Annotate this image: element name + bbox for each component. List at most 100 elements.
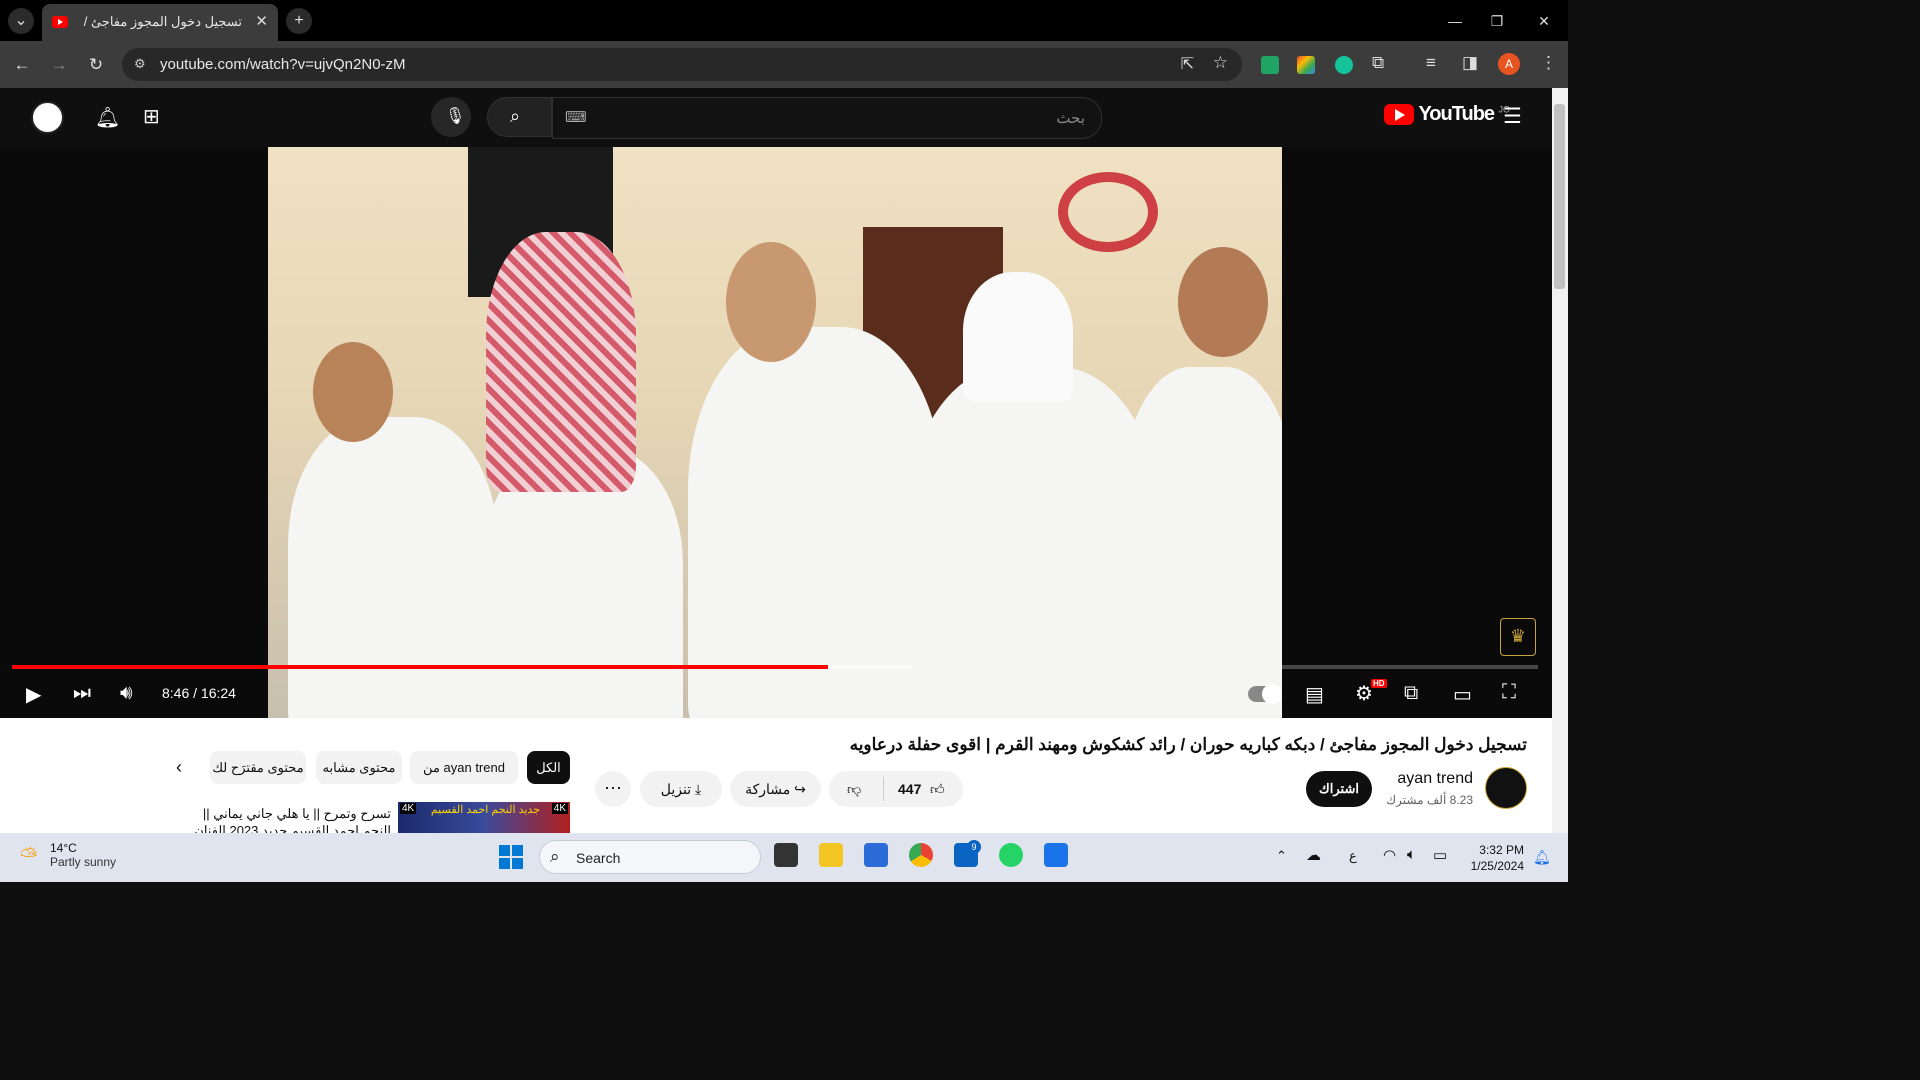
miniplayer-icon[interactable]: ⧉: [1404, 682, 1418, 705]
guide-menu-icon[interactable]: ☰: [1503, 104, 1522, 129]
volume-icon[interactable]: 🔊︎: [120, 682, 133, 705]
clock-date: 1/25/2024: [1470, 859, 1524, 873]
theater-mode-icon[interactable]: ▭: [1453, 682, 1472, 707]
pinned-app-icon[interactable]: [1044, 843, 1068, 867]
person-head-shape: [1178, 247, 1268, 357]
share-button[interactable]: مشاركة ↪: [730, 771, 821, 807]
youtube-favicon-icon: [52, 16, 68, 28]
video-title: تسجيل دخول المجوز مفاجئ / دبكه كباريه حو…: [849, 735, 1527, 754]
like-dislike-group: 👎︎ 447 👍︎: [829, 771, 963, 807]
chips-prev-arrow-icon[interactable]: ‹: [176, 757, 182, 778]
profile-avatar[interactable]: A: [1498, 53, 1520, 75]
keyboard-icon[interactable]: ⌨: [565, 108, 587, 126]
next-video-icon[interactable]: ⏭︎: [73, 682, 91, 705]
site-info-icon[interactable]: ⚙: [134, 56, 146, 72]
youtube-logo[interactable]: YouTube JO: [1384, 103, 1510, 126]
create-video-icon[interactable]: ⊞: [143, 104, 160, 129]
browser-menu-icon[interactable]: ⋮: [1540, 53, 1557, 73]
reload-icon[interactable]: ↻: [83, 52, 109, 78]
close-tab-icon[interactable]: ✕: [255, 12, 268, 30]
weather-widget[interactable]: 14°C Partly sunny: [50, 841, 116, 869]
quality-badge: 4K: [400, 803, 417, 814]
extension-r-icon[interactable]: [1261, 56, 1279, 74]
system-clock[interactable]: 3:32 PM 1/25/2024: [1471, 842, 1524, 874]
bookmark-star-icon[interactable]: ☆: [1213, 53, 1228, 73]
scrollbar-thumb[interactable]: [1554, 104, 1565, 289]
weather-sun-icon[interactable]: ⛅︎: [20, 843, 38, 869]
more-actions-button[interactable]: ⋯: [595, 771, 631, 807]
channel-watermark-icon[interactable]: ♛: [1500, 618, 1536, 656]
input-language[interactable]: ع: [1349, 848, 1357, 864]
side-panel-icon[interactable]: ◨: [1462, 53, 1478, 73]
autoplay-knob: [1262, 684, 1282, 704]
minimize-icon[interactable]: —: [1440, 8, 1470, 34]
channel-name[interactable]: ayan trend: [1397, 770, 1473, 788]
notification-bell-icon[interactable]: 🔔︎: [1533, 849, 1551, 866]
person-shape: [688, 327, 943, 718]
chip-related[interactable]: محتوى مشابه: [316, 751, 402, 784]
start-windows-icon[interactable]: [499, 845, 523, 869]
chip-recommended[interactable]: محتوى مقترَح لك: [210, 751, 306, 784]
hd-badge: HD: [1371, 679, 1387, 688]
youtube-logo-text: YouTube: [1418, 103, 1495, 125]
extension-color-icon[interactable]: [1297, 56, 1315, 74]
search-button[interactable]: ⌕: [487, 97, 552, 137]
search-input[interactable]: ⌨ بحث: [552, 97, 1102, 139]
subscribe-button[interactable]: اشتراك: [1306, 771, 1372, 807]
clock-time: 3:32 PM: [1479, 843, 1524, 857]
address-bar[interactable]: ⚙ youtube.com/watch?v=ujvQn2N0-zM ⇱ ☆: [122, 48, 1242, 81]
url-text: youtube.com/watch?v=ujvQn2N0-zM: [160, 56, 406, 73]
tab-search-button[interactable]: ⌄: [8, 8, 34, 34]
restore-icon[interactable]: ❐: [1482, 8, 1512, 34]
subtitles-icon[interactable]: ▤: [1305, 682, 1324, 707]
weather-condition: Partly sunny: [50, 855, 117, 869]
dislike-icon[interactable]: 👎︎: [847, 771, 861, 807]
quality-badge-right: 4K: [551, 803, 568, 814]
account-avatar[interactable]: [31, 101, 64, 134]
search-placeholder: بحث: [1056, 110, 1085, 127]
forward-icon[interactable]: →: [46, 52, 72, 78]
whatsapp-icon[interactable]: [999, 843, 1023, 867]
taskbar-search[interactable]: ⌕ Search: [539, 840, 761, 874]
channel-avatar[interactable]: [1485, 767, 1527, 809]
play-icon[interactable]: ▶: [26, 682, 41, 707]
ghutra-shape: [963, 272, 1073, 402]
share-label: مشاركة: [745, 781, 791, 797]
suggested-thumbnail[interactable]: جديد النجم احمد القسيم 4K 4K: [398, 802, 570, 833]
back-icon[interactable]: ←: [9, 52, 35, 78]
video-frame[interactable]: [268, 147, 1282, 718]
open-in-app-icon[interactable]: ⇱: [1181, 54, 1194, 74]
fullscreen-icon[interactable]: ⛶: [1502, 681, 1516, 704]
close-window-icon[interactable]: ✕: [1529, 8, 1559, 34]
task-view-icon[interactable]: [774, 843, 798, 867]
battery-icon[interactable]: ▭: [1433, 846, 1447, 864]
chip-from-channel[interactable]: من ayan trend: [410, 751, 518, 784]
progress-played: [12, 665, 828, 669]
search-icon: ⌕: [550, 847, 560, 866]
onedrive-icon[interactable]: ☁: [1306, 846, 1321, 864]
download-button[interactable]: تنزيل ⤓: [640, 771, 722, 807]
chrome-icon[interactable]: [909, 843, 933, 867]
voice-search-button[interactable]: 🎙︎: [431, 97, 471, 137]
speaker-icon[interactable]: 🔈︎: [1407, 846, 1416, 863]
browser-tab[interactable]: تسجيل دخول المجوز مفاجئ / ✕: [42, 4, 278, 41]
like-icon[interactable]: 👍︎: [930, 771, 945, 807]
divider: [883, 777, 884, 801]
microsoft-store-icon[interactable]: [864, 843, 888, 867]
person-head-shape: [313, 342, 393, 442]
media-control-icon[interactable]: ≡: [1426, 53, 1436, 73]
grammarly-icon[interactable]: [1335, 56, 1353, 74]
extensions-puzzle-icon[interactable]: ⧉: [1372, 53, 1384, 73]
notifications-bell-icon[interactable]: 🔔︎: [95, 105, 120, 130]
wifi-icon[interactable]: ◠: [1383, 846, 1396, 864]
file-explorer-icon[interactable]: [819, 843, 843, 867]
like-count[interactable]: 447: [898, 771, 921, 807]
chip-all[interactable]: الكل: [527, 751, 570, 784]
keffiyeh-shape: [486, 232, 636, 492]
autoplay-toggle[interactable]: [1248, 684, 1282, 704]
thumbnail-caption: جديد النجم احمد القسيم: [430, 804, 540, 816]
new-tab-button[interactable]: +: [286, 8, 312, 34]
show-hidden-icons-icon[interactable]: ⌃: [1276, 848, 1287, 864]
time-display: 8:46 / 16:24: [162, 685, 236, 701]
search-icon: ⌕: [510, 106, 521, 126]
